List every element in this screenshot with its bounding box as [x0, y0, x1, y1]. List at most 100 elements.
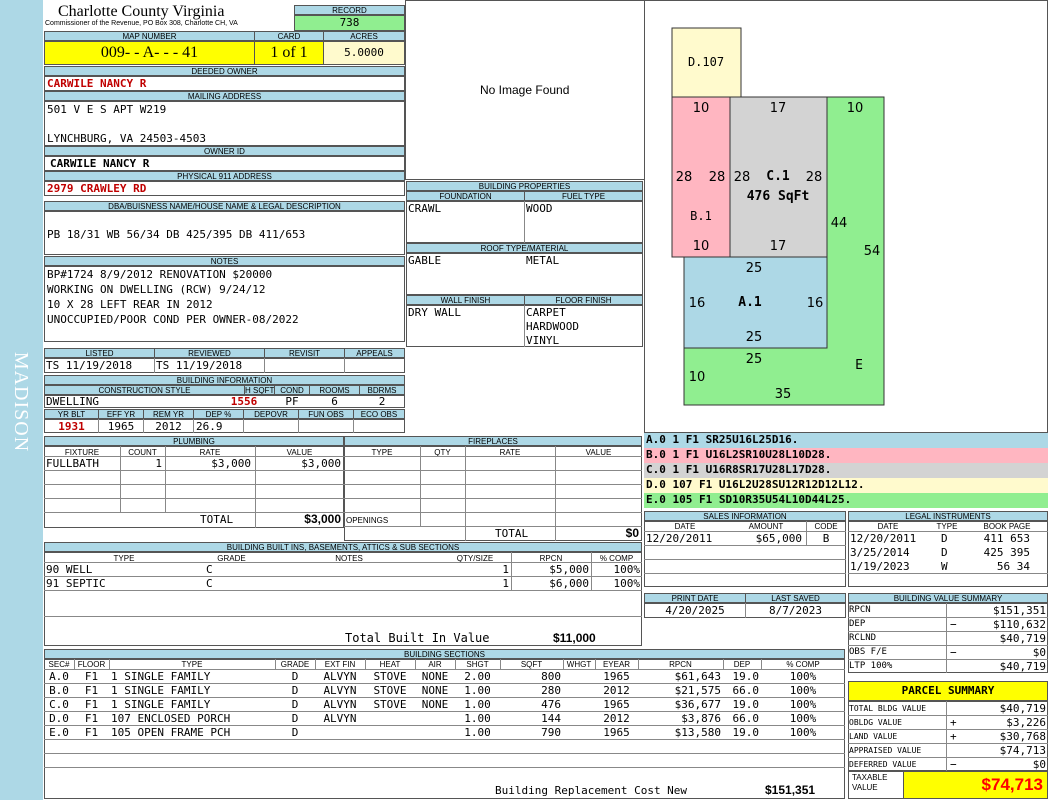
remyr-label: REM YR — [143, 409, 194, 419]
bvs-value: $151,351 — [993, 604, 1046, 617]
section-cell: NONE — [421, 698, 449, 711]
floor-value: HARDWOOD — [526, 320, 579, 333]
plumbing-count: 1 — [155, 457, 162, 470]
binfo-label: BUILDING INFORMATION — [44, 375, 405, 385]
section-cell: 100% — [789, 670, 817, 683]
card-number: 1 of 1 — [254, 41, 324, 65]
deeded-owner: CARWILE NANCY R — [47, 77, 147, 90]
sketch-label-c-sqft: 476 SqFt — [747, 189, 810, 204]
section-cell: F1 — [84, 698, 99, 711]
dim: 35 — [775, 387, 792, 402]
section-cell: 1965 — [603, 698, 630, 711]
dim: 17 — [770, 101, 787, 116]
dim: 25 — [746, 330, 763, 345]
legal-inst-book: 425 395 — [983, 546, 1030, 559]
section-cell: STOVE — [373, 670, 407, 683]
builtins-header: NOTES — [335, 554, 363, 563]
section-cell: E.0 — [49, 726, 69, 739]
builtin-comp: 100% — [613, 563, 641, 576]
section-cell: D — [291, 670, 299, 683]
section-cell: 2012 — [603, 684, 630, 697]
taxable-label: TAXABLE VALUE — [852, 773, 888, 792]
roof-type: GABLE — [408, 254, 442, 267]
listed-label: LISTED — [44, 348, 155, 358]
summary-key: LAND VALUE — [849, 732, 898, 741]
section-cell: 1965 — [603, 670, 630, 683]
section-cell: F1 — [84, 684, 99, 697]
reviewed-value: TS 11/19/2018 — [156, 359, 243, 372]
fireplace-header: TYPE — [371, 448, 393, 457]
section-cell: 790 — [541, 726, 561, 739]
ecoobs-label: ECO OBS — [353, 409, 405, 419]
legal-inst-type: D — [941, 532, 948, 545]
appeals-label: APPEALS — [344, 348, 405, 358]
sketch-label-a: A.1 — [738, 295, 762, 310]
no-image-text: No Image Found — [480, 83, 570, 97]
legal-label: DBA/BUISNESS NAME/HOUSE NAME & LEGAL DES… — [44, 201, 405, 211]
section-cell: 1 SINGLE FAMILY — [111, 684, 211, 697]
section-cell: 19.0 — [732, 670, 760, 683]
sale-code: B — [822, 532, 830, 545]
last-saved-label: LAST SAVED — [745, 593, 846, 603]
builtins-label: BUILDING BUILT INS, BASEMENTS, ATTICS & … — [44, 542, 642, 552]
bvs-value: $0 — [1032, 646, 1046, 659]
hsqft-label: H SQFT — [244, 385, 275, 395]
section-cell: D.0 — [49, 712, 69, 725]
section-cell: 800 — [541, 670, 561, 683]
legal-inst-book: 411 653 — [983, 532, 1030, 545]
yrblt-label: YR BLT — [44, 409, 99, 419]
section-cell: 280 — [541, 684, 561, 697]
section-cell: 1965 — [603, 726, 630, 739]
bvs-label: BUILDING VALUE SUMMARY — [848, 593, 1048, 603]
section-cell: 100% — [789, 712, 817, 725]
dep-value: 26.9 — [196, 420, 223, 433]
sale-date: 12/20/2011 — [646, 532, 713, 545]
section-cell: D — [291, 698, 299, 711]
acres-value: 5.0000 — [323, 41, 405, 65]
cs-label: CONSTRUCTION STYLE — [44, 385, 245, 395]
vector-row: E.0 105 F1 SD10R35U54L10D44L25. — [644, 493, 1048, 508]
legal-inst-date: 12/20/2011 — [850, 532, 917, 545]
dim: 44 — [831, 216, 848, 231]
section-cell: 107 ENCLOSED PORCH — [111, 712, 231, 725]
section-cell: 1 SINGLE FAMILY — [111, 670, 211, 683]
section-cell: 100% — [789, 726, 817, 739]
map-number: 009- - A- - - 41 — [44, 41, 255, 65]
foundation-label: FOUNDATION — [406, 191, 525, 201]
bvs-key: DEP — [849, 619, 866, 629]
bdrms-value: 2 — [378, 395, 386, 408]
builtin-qty: 1 — [502, 563, 509, 576]
plumbing-total-label: TOTAL — [200, 513, 234, 526]
section-cell: 2012 — [603, 712, 630, 725]
section-cell: 105 OPEN FRAME PCH — [111, 726, 231, 739]
floor-value: VINYL — [526, 334, 560, 347]
section-cell: STOVE — [373, 684, 407, 697]
bvs-value: $40,719 — [999, 632, 1046, 645]
deeded-owner-label: DEEDED OWNER — [44, 66, 405, 76]
note-line: BP#1724 8/9/2012 RENOVATION $20000 — [47, 268, 273, 281]
depovr-label: DEPOVR — [243, 409, 299, 419]
section-cell: 1.00 — [464, 698, 491, 711]
remyr-value: 2012 — [155, 420, 182, 433]
section-cell: 100% — [789, 684, 817, 697]
section-cell: 1.00 — [464, 726, 491, 739]
builtin-type: 91 SEPTIC — [46, 577, 106, 590]
section-cell: $21,575 — [674, 684, 721, 697]
print-date-label: PRINT DATE — [644, 593, 746, 603]
section-cell: A.0 — [49, 670, 69, 683]
floor-value: CARPET — [526, 306, 566, 319]
wall-label: WALL FINISH — [406, 295, 525, 305]
builtin-rpcn: $6,000 — [549, 577, 589, 590]
summary-value: $0 — [1032, 758, 1046, 771]
bvs-key: RPCN — [849, 605, 871, 615]
county-title: Charlotte County Virginia — [58, 3, 225, 20]
section-cell: ALVYN — [323, 712, 357, 725]
section-cell: 19.0 — [732, 698, 760, 711]
bvs-value: $110,632 — [993, 618, 1046, 631]
fireplace-header: VALUE — [585, 448, 612, 457]
fireplace-openings-label: OPENINGS — [346, 516, 389, 525]
summary-value: $30,768 — [999, 730, 1046, 743]
dim: 25 — [746, 261, 763, 276]
roof-material: METAL — [526, 254, 560, 267]
replacement-label: Building Replacement Cost New — [495, 784, 688, 797]
